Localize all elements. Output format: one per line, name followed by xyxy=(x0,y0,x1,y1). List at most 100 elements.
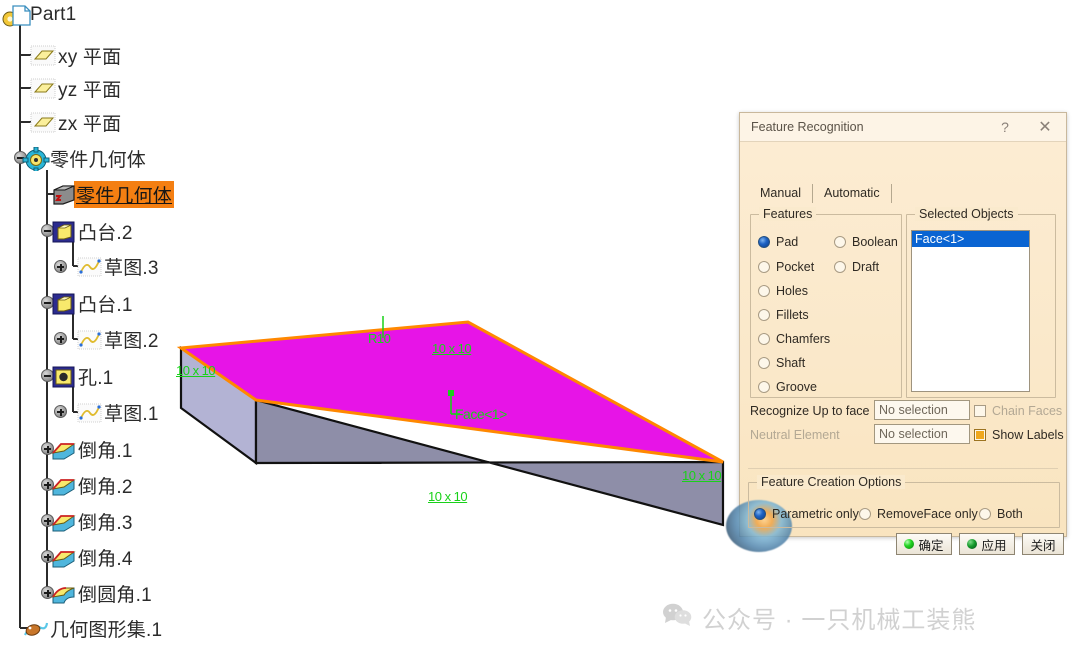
dialog-body: Manual Automatic Features Pad Boolean Po… xyxy=(726,142,1066,555)
chamfer-icon xyxy=(50,438,76,460)
radio-pocket[interactable]: Pocket xyxy=(758,260,814,274)
chain-faces-checkbox[interactable]: Chain Faces xyxy=(974,404,1062,418)
radio-indicator xyxy=(834,236,846,248)
plane-icon xyxy=(30,77,56,99)
radio-indicator xyxy=(754,508,766,520)
tab-manual[interactable]: Manual xyxy=(749,184,813,203)
tree-item-pad2[interactable]: 凸台.2 xyxy=(50,218,133,244)
apply-button[interactable]: 应用 xyxy=(959,533,1015,555)
radio-boolean[interactable]: Boolean xyxy=(834,235,898,249)
tree-item-pad1[interactable]: 凸台.1 xyxy=(50,290,133,316)
feature-recognition-dialog[interactable]: Feature Recognition ? ✕ Manual Automatic… xyxy=(726,112,1067,555)
radio-fillets[interactable]: Fillets xyxy=(758,308,809,322)
tree-label-pad1: 凸台.1 xyxy=(78,294,133,316)
tree-label-hole1: 孔.1 xyxy=(78,367,114,389)
dialog-title: Feature Recognition xyxy=(751,120,864,134)
radio-indicator xyxy=(758,261,770,273)
radio-indicator xyxy=(758,357,770,369)
watermark-text: 公众号 · 一只机械工装熊 xyxy=(702,607,977,634)
radio-indicator xyxy=(859,508,871,520)
radio-groove[interactable]: Groove xyxy=(758,380,817,394)
radio-holes[interactable]: Holes xyxy=(758,284,808,298)
expander-sketch2[interactable] xyxy=(54,332,67,345)
tree-label-solid-selected: 零件几何体 xyxy=(74,180,175,208)
tree-label-part1: Part1 xyxy=(30,4,77,25)
tree-item-chamfer2[interactable]: 倒角.2 xyxy=(50,472,133,498)
dialog-separator xyxy=(748,468,1058,469)
radio-chamfers[interactable]: Chamfers xyxy=(758,332,830,346)
tree-item-part1[interactable]: Part1 xyxy=(2,2,76,28)
tab-automatic[interactable]: Automatic xyxy=(813,184,892,203)
radio-indicator xyxy=(758,309,770,321)
close-button-label: 关闭 xyxy=(1030,538,1056,553)
dialog-titlebar[interactable]: Feature Recognition ? ✕ xyxy=(740,113,1066,142)
r10-leader-line xyxy=(382,316,384,338)
sketch-icon xyxy=(76,401,102,423)
radio-both[interactable]: Both xyxy=(979,507,1023,521)
tree-item-solid-selected[interactable]: 零件几何体 xyxy=(50,180,175,208)
radio-chamfers-label: Chamfers xyxy=(776,332,831,346)
recognize-up-to-face-value: No selection xyxy=(879,403,948,417)
part-icon xyxy=(2,4,31,27)
recognize-up-to-face-field[interactable]: No selection xyxy=(874,400,970,420)
tree-item-chamfer4[interactable]: 倒角.4 xyxy=(50,544,133,570)
help-icon[interactable]: ? xyxy=(988,113,1022,141)
tree-item-sketch2[interactable]: 草图.2 xyxy=(76,326,159,352)
radio-holes-label: Holes xyxy=(776,284,808,298)
dim-label-bottom-right: 10 x 10 xyxy=(682,468,722,483)
apply-button-label: 应用 xyxy=(981,538,1007,553)
checkbox-indicator xyxy=(974,405,986,417)
tree-item-hole1[interactable]: 孔.1 xyxy=(50,363,113,389)
tree-label-sketch3: 草图.3 xyxy=(104,257,159,279)
neutral-element-field[interactable]: No selection xyxy=(874,424,970,444)
fillet-icon xyxy=(50,582,75,604)
chain-faces-label: Chain Faces xyxy=(992,404,1063,418)
expander-sketch3[interactable] xyxy=(54,260,67,273)
radio-indicator xyxy=(834,261,846,273)
apply-orb-icon xyxy=(967,539,978,549)
tree-item-zx-plane[interactable]: zx 平面 xyxy=(30,109,121,135)
tree-label-yz-plane: yz 平面 xyxy=(58,79,122,101)
features-group-title: Features xyxy=(759,207,817,221)
radio-removeface-only-label: RemoveFace only xyxy=(877,507,978,521)
dim-label-bottom-front: 10 x 10 xyxy=(428,489,468,504)
show-labels-label: Show Labels xyxy=(992,428,1064,442)
chamfer-icon xyxy=(50,474,76,496)
ok-orb-icon xyxy=(904,539,915,549)
tree-label-pad2: 凸台.2 xyxy=(78,222,133,244)
radio-shaft[interactable]: Shaft xyxy=(758,356,805,370)
radio-removeface-only[interactable]: RemoveFace only xyxy=(859,507,978,521)
tree-item-geomset1[interactable]: 几何图形集.1 xyxy=(22,615,162,641)
wechat-icon xyxy=(662,602,692,633)
tree-item-yz-plane[interactable]: yz 平面 xyxy=(30,75,121,101)
tree-item-fillet1[interactable]: 倒圆角.1 xyxy=(50,580,152,606)
ok-button[interactable]: 确定 xyxy=(896,533,952,555)
feature-creation-options-title: Feature Creation Options xyxy=(757,475,906,489)
close-button[interactable]: 关闭 xyxy=(1022,533,1064,555)
close-icon[interactable]: ✕ xyxy=(1028,113,1062,141)
recognize-up-to-face-label: Recognize Up to face xyxy=(750,404,870,418)
radio-fillets-label: Fillets xyxy=(776,308,809,322)
pad-icon xyxy=(50,220,75,243)
selected-objects-list[interactable]: Face<1> xyxy=(911,230,1030,392)
radio-pad[interactable]: Pad xyxy=(758,235,798,249)
neutral-element-value: No selection xyxy=(879,427,948,441)
tree-item-partbody[interactable]: 零件几何体 xyxy=(22,145,146,174)
tree-item-chamfer1[interactable]: 倒角.1 xyxy=(50,436,133,462)
show-labels-checkbox[interactable]: Show Labels xyxy=(974,428,1064,442)
dialog-tabs[interactable]: Manual Automatic xyxy=(749,181,892,203)
neutral-element-label: Neutral Element xyxy=(750,428,840,442)
tree-item-xy-plane[interactable]: xy 平面 xyxy=(30,42,121,68)
radio-groove-label: Groove xyxy=(776,380,817,394)
radio-draft[interactable]: Draft xyxy=(834,260,879,274)
radio-parametric-only[interactable]: Parametric only xyxy=(754,507,859,521)
expander-sketch1[interactable] xyxy=(54,405,67,418)
dim-label-face1: Face<1> xyxy=(455,406,507,422)
specification-tree[interactable]: Part1 xy 平面 yz 平面 zx 平面 零件几何体 零件几何体 凸台.2… xyxy=(0,0,260,644)
list-item[interactable]: Face<1> xyxy=(912,231,1029,247)
tree-label-xy-plane: xy 平面 xyxy=(58,46,122,68)
tree-item-sketch1[interactable]: 草图.1 xyxy=(76,399,159,425)
sketch-icon xyxy=(76,328,102,350)
tree-item-sketch3[interactable]: 草图.3 xyxy=(76,253,159,279)
tree-item-chamfer3[interactable]: 倒角.3 xyxy=(50,508,133,534)
